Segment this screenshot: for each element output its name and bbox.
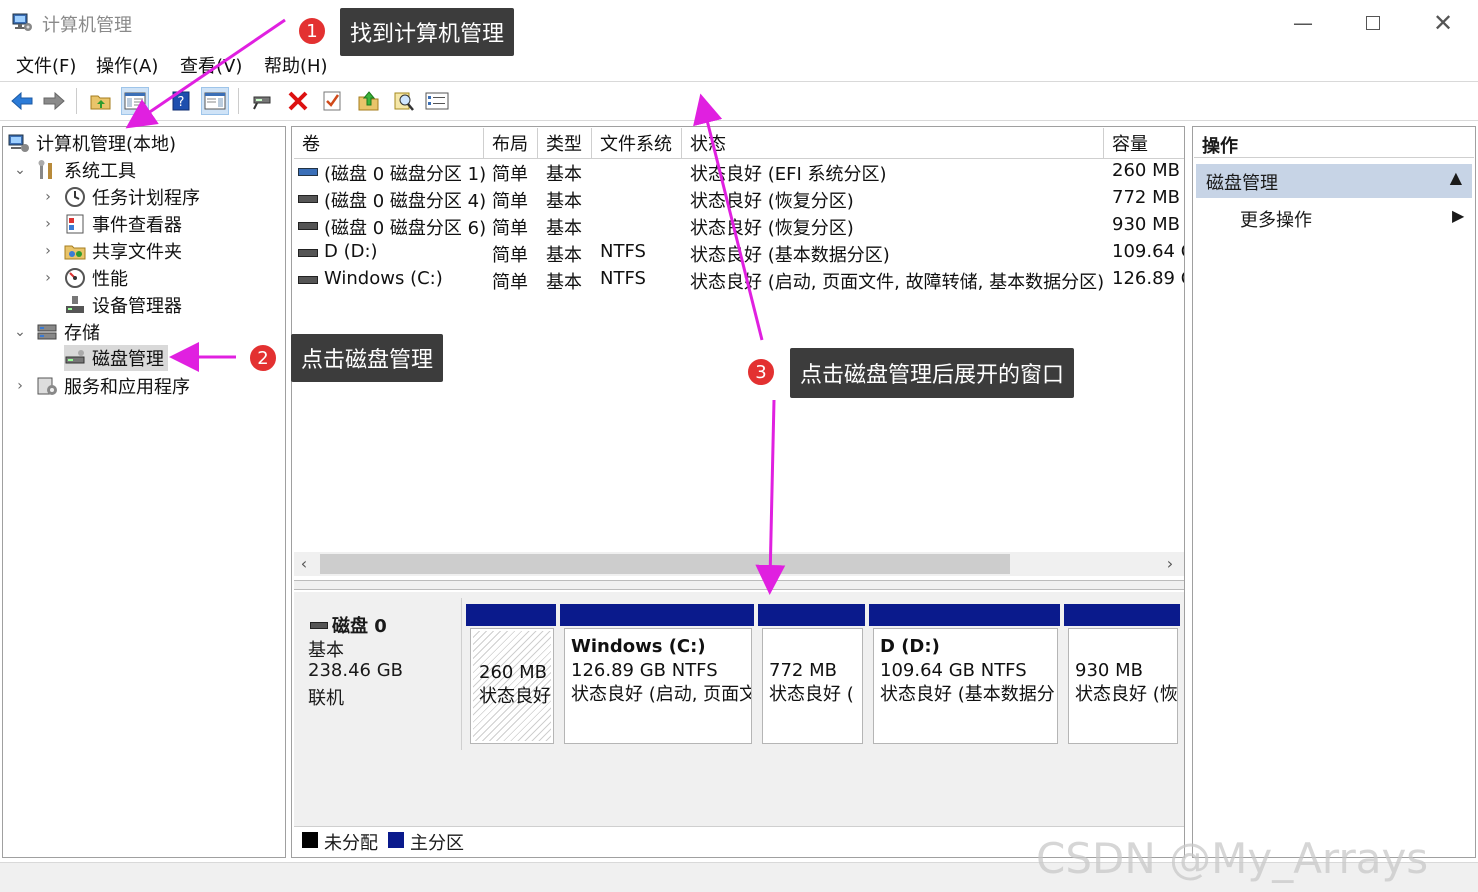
step-badge-3: 3	[746, 357, 776, 387]
callout-step-2: 点击磁盘管理	[291, 334, 444, 382]
arrow-3-down	[755, 399, 786, 595]
computer-management-window: 计算机管理 — ✕ 文件(F) 操作(A) 查看(V) 帮助(H) ? 计算机管…	[0, 0, 1478, 892]
arrow-3-up	[693, 93, 764, 341]
callout-step-3: 点击磁盘管理后展开的窗口	[790, 348, 1075, 398]
watermark: CSDN @My_Arrays	[1036, 834, 1429, 883]
step-badge-1: 1	[297, 16, 327, 46]
callout-step-1: 找到计算机管理	[340, 8, 515, 56]
step-badge-2: 2	[248, 343, 278, 373]
annotation-arrows	[125, 18, 786, 595]
arrow-1	[125, 18, 286, 129]
